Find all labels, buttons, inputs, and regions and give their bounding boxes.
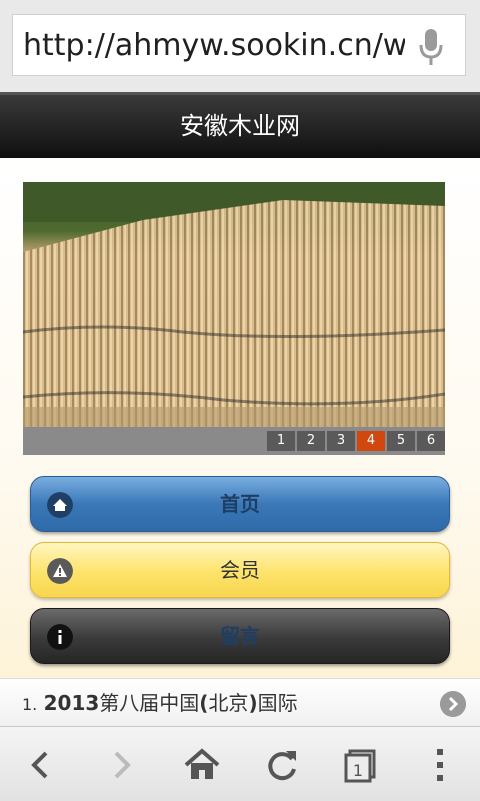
list-item-title-part-b: 北京 — [208, 691, 249, 715]
list-item-paren-close: ) — [248, 691, 258, 715]
list-item-year: 2013 — [43, 691, 100, 715]
chevron-right-icon[interactable] — [440, 691, 466, 717]
slider-page-4[interactable]: 4 — [357, 431, 385, 451]
microphone-icon[interactable] — [417, 27, 445, 67]
site-header: 安徽木业网 — [0, 92, 480, 158]
list-item-text: 1. 2013第八届中国(北京)国际 — [22, 690, 298, 718]
slider-page-5[interactable]: 5 — [387, 431, 415, 451]
list-item[interactable]: 1. 2013第八届中国(北京)国际 — [0, 678, 480, 727]
home-button[interactable]: 首页 — [30, 476, 450, 532]
slider-page-list: 123456 — [265, 431, 445, 451]
home-icon[interactable] — [180, 743, 224, 787]
list-item-title-part-a: 第八届中国 — [99, 691, 200, 715]
list-item-title-part-c: 国际 — [257, 691, 298, 715]
home-button-label: 首页 — [220, 492, 260, 516]
site-title: 安徽木业网 — [180, 112, 300, 140]
browser-toolbar: 1 — [0, 726, 480, 801]
slider-page-3[interactable]: 3 — [327, 431, 355, 451]
slider-page-6[interactable]: 6 — [417, 431, 445, 451]
back-icon[interactable] — [20, 743, 64, 787]
slider-pager: 123456 — [23, 427, 445, 455]
slider-page-1[interactable]: 1 — [267, 431, 295, 451]
forward-icon[interactable] — [98, 743, 142, 787]
slider-page-2[interactable]: 2 — [297, 431, 325, 451]
tabs-icon[interactable]: 1 — [340, 743, 384, 787]
member-button[interactable]: 会员 — [30, 542, 450, 598]
reload-icon[interactable] — [260, 743, 304, 787]
message-button[interactable]: 留言 — [30, 608, 450, 664]
member-button-label: 会员 — [220, 558, 260, 582]
browser-address-bar: http://ahmyw.sookin.cn/wap — [0, 0, 480, 92]
menu-icon[interactable] — [418, 743, 462, 787]
slider-photo-wood-sticks[interactable] — [23, 182, 445, 427]
image-slider[interactable]: 123456 — [23, 182, 445, 455]
url-input[interactable]: http://ahmyw.sookin.cn/wap — [12, 14, 466, 76]
tab-count: 1 — [353, 761, 363, 780]
list-item-number: 1. — [22, 695, 38, 714]
url-text: http://ahmyw.sookin.cn/wap — [23, 28, 405, 63]
message-button-label: 留言 — [220, 624, 260, 648]
